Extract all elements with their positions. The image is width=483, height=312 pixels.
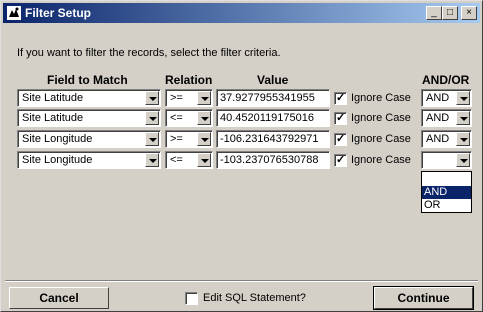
andor-select[interactable]: AND	[421, 130, 472, 148]
filter-setup-window: Filter Setup _ □ × If you want to filter…	[0, 0, 483, 312]
chevron-down-icon[interactable]	[197, 91, 211, 105]
value-input-text: 40.4520119175016	[220, 112, 315, 124]
field-select[interactable]: Site Longitude	[17, 130, 161, 148]
relation-select-value: >=	[170, 92, 183, 104]
edit-sql-checkbox[interactable]	[185, 292, 198, 305]
dropdown-option-and[interactable]: AND	[422, 186, 471, 199]
field-select[interactable]: Site Latitude	[17, 109, 161, 127]
minimize-button[interactable]: _	[426, 6, 442, 20]
chevron-down-icon[interactable]	[145, 132, 159, 146]
ignore-case-label: Ignore Case	[351, 92, 411, 104]
value-input[interactable]: -103.237076530788	[216, 151, 330, 169]
value-input[interactable]: 37.9277955341955	[216, 89, 330, 107]
field-select-value: Site Longitude	[22, 133, 93, 145]
header-field: Field to Match	[47, 73, 128, 87]
value-input-text: -103.237076530788	[220, 154, 319, 166]
ignore-case-checkbox[interactable]	[334, 132, 347, 146]
chevron-down-icon[interactable]	[456, 132, 470, 146]
chevron-down-icon[interactable]	[456, 111, 470, 125]
ignore-case-checkbox[interactable]	[334, 111, 347, 125]
title-bar[interactable]: Filter Setup _ □ ×	[3, 3, 480, 23]
ignore-case-label: Ignore Case	[351, 154, 411, 166]
chevron-down-icon[interactable]	[145, 91, 159, 105]
andor-select[interactable]	[421, 151, 472, 169]
continue-button[interactable]: Continue	[373, 286, 474, 310]
chevron-down-icon[interactable]	[145, 153, 159, 167]
field-select-value: Site Latitude	[22, 92, 84, 104]
ignore-case-checkbox[interactable]	[334, 153, 347, 167]
field-select-value: Site Latitude	[22, 112, 84, 124]
window-title: Filter Setup	[25, 6, 92, 20]
maximize-button[interactable]: □	[442, 6, 458, 20]
ignore-case-label: Ignore Case	[351, 112, 411, 124]
ignore-case-checkbox[interactable]	[334, 91, 347, 105]
chevron-down-icon[interactable]	[456, 153, 470, 167]
cancel-button[interactable]: Cancel	[9, 287, 109, 309]
chevron-down-icon[interactable]	[456, 91, 470, 105]
andor-select-value: AND	[426, 133, 450, 145]
relation-select-value: <=	[170, 112, 183, 124]
value-input-text: 37.9277955341955	[220, 92, 315, 104]
relation-select[interactable]: <=	[165, 109, 213, 127]
dropdown-option-blank[interactable]	[422, 172, 471, 186]
close-button[interactable]: ×	[461, 6, 477, 20]
header-value: Value	[257, 73, 289, 87]
relation-select[interactable]: >=	[165, 130, 213, 148]
value-input[interactable]: 40.4520119175016	[216, 109, 330, 127]
relation-select-value: >=	[170, 133, 183, 145]
ignore-case-label: Ignore Case	[351, 133, 411, 145]
value-input[interactable]: -106.231643792971	[216, 130, 330, 148]
relation-select-value: <=	[170, 154, 183, 166]
dropdown-option-or[interactable]: OR	[422, 199, 471, 212]
field-select[interactable]: Site Longitude	[17, 151, 161, 169]
header-relation: Relation	[165, 73, 213, 87]
andor-select-value: AND	[426, 92, 450, 104]
intro-text: If you want to filter the records, selec…	[17, 47, 281, 59]
chevron-down-icon[interactable]	[197, 111, 211, 125]
footer-divider	[5, 280, 478, 282]
andor-select-value: AND	[426, 112, 450, 124]
chevron-down-icon[interactable]	[197, 153, 211, 167]
andor-select[interactable]: AND	[421, 109, 472, 127]
relation-select[interactable]: <=	[165, 151, 213, 169]
value-input-text: -106.231643792971	[220, 133, 319, 145]
edit-sql-label: Edit SQL Statement?	[203, 292, 306, 304]
app-icon	[7, 6, 21, 20]
field-select[interactable]: Site Latitude	[17, 89, 161, 107]
field-select-value: Site Longitude	[22, 154, 93, 166]
andor-dropdown-list[interactable]: AND OR	[421, 171, 472, 213]
andor-select[interactable]: AND	[421, 89, 472, 107]
chevron-down-icon[interactable]	[197, 132, 211, 146]
relation-select[interactable]: >=	[165, 89, 213, 107]
chevron-down-icon[interactable]	[145, 111, 159, 125]
header-andor: AND/OR	[422, 73, 470, 87]
